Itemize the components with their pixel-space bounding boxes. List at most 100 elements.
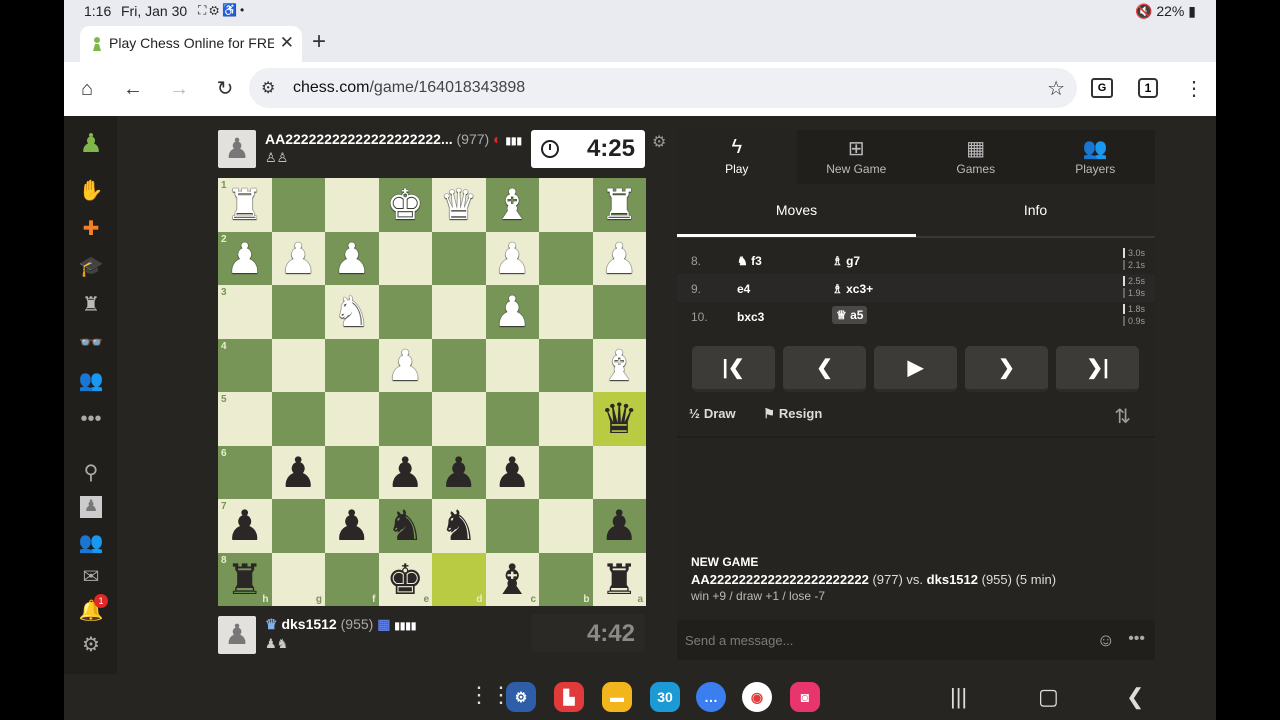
board-square[interactable] <box>592 445 646 499</box>
current-move[interactable]: ♕ a5 <box>832 306 868 324</box>
board-square[interactable]: ♟ <box>432 445 486 499</box>
board-square[interactable] <box>378 231 432 285</box>
board-square[interactable] <box>539 231 593 285</box>
board-square[interactable] <box>539 499 593 553</box>
puzzles-icon[interactable]: ✚ <box>78 216 104 242</box>
board-square[interactable] <box>271 499 325 553</box>
flip-board-icon[interactable]: ⇅ <box>1114 404 1131 429</box>
white-bishop-icon[interactable]: ♝ <box>486 178 540 232</box>
board-square[interactable]: g <box>271 552 325 606</box>
browser-menu-icon[interactable]: ⋮ <box>1184 76 1204 101</box>
learn-icon[interactable]: 🎓 <box>78 254 104 280</box>
board-square[interactable]: ♚ <box>378 178 432 232</box>
board-square[interactable]: ♟ <box>378 338 433 393</box>
black-pawn-icon[interactable]: ♟ <box>593 499 647 553</box>
board-square[interactable] <box>325 338 379 392</box>
board-square[interactable]: ♜ 1 <box>218 178 272 232</box>
resign-button[interactable]: ⚑ Resign <box>763 406 834 421</box>
chat-more-icon[interactable]: ••• <box>1128 630 1145 648</box>
white-knight-icon[interactable]: ♞ <box>325 285 379 339</box>
play-icon[interactable]: ✋ <box>78 178 104 204</box>
chat-input[interactable]: Send a message... <box>685 633 793 648</box>
board-square[interactable] <box>325 392 379 446</box>
top-player-name-row[interactable]: AA22222222222222222222... (977) ◐ ▮▮▮ <box>265 131 522 147</box>
last-move-button[interactable]: ❯| <box>1056 346 1139 392</box>
black-pawn-icon[interactable]: ♟ <box>272 446 326 500</box>
white-bishop-icon[interactable]: ♝ <box>593 339 647 393</box>
previous-move-button[interactable]: ❮ <box>783 346 866 392</box>
black-pawn-icon[interactable]: ♟ <box>325 499 379 553</box>
white-pawn-icon[interactable]: ♟ <box>325 232 379 286</box>
forward-icon[interactable]: → <box>166 76 192 102</box>
board-square[interactable]: f <box>325 552 379 606</box>
board-square[interactable]: ♟ <box>592 231 646 285</box>
board-square[interactable]: ♟ 2 <box>218 231 272 285</box>
address-bar[interactable]: ⚙ chess.com/game/164018343898 ☆ <box>249 68 1077 108</box>
recent-apps-icon[interactable]: ||| <box>950 684 967 710</box>
chess-board[interactable]: ♜ 1 ♚ ♛ ♝ ♜ ♟ 2 ♟ ♟ ♟ ♟ 3 ♞ ♟ 4 ♟ ♝ 5 ♛ 6 ♟ ♟ ♟ ♟ ♟ 7 ♟ ♞ ♞ ♟ ♜ 8 h g f ♚ e d ♝… <box>218 178 646 606</box>
white-pawn-icon[interactable]: ♟ <box>379 339 433 393</box>
home-icon[interactable]: ⌂ <box>74 76 100 102</box>
bottom-player-name[interactable]: dks1512 <box>281 616 336 632</box>
black-pawn-icon[interactable]: ♟ <box>486 446 540 500</box>
calendar-app-icon[interactable]: 30 <box>650 682 680 712</box>
white-move[interactable]: e4 <box>737 282 750 296</box>
social-icon[interactable]: 👥 <box>78 368 104 394</box>
board-square[interactable] <box>325 178 379 232</box>
subtab-info[interactable]: Info <box>916 202 1155 218</box>
white-rook-icon[interactable]: ♜ <box>593 178 647 232</box>
news-icon[interactable]: 👓 <box>78 330 104 356</box>
board-square[interactable]: 5 <box>218 392 272 446</box>
board-square[interactable]: ♞ <box>325 285 379 339</box>
board-square[interactable] <box>271 178 325 232</box>
board-square[interactable] <box>271 338 325 392</box>
profile-avatar-icon[interactable]: ♟ <box>80 496 102 518</box>
board-square[interactable]: ♝ c <box>485 552 539 606</box>
board-square[interactable]: ♟ 7 <box>218 499 272 553</box>
browser-tab[interactable]: Play Chess Online for FREE ✕ <box>80 26 302 62</box>
bottom-player-name-row[interactable]: ♛ dks1512 (955) ▦ ▮▮▮▮ <box>265 616 416 633</box>
first-move-button[interactable]: |❮ <box>692 346 775 392</box>
board-square[interactable] <box>432 231 486 285</box>
board-square[interactable]: ♟ <box>271 445 326 500</box>
black-move[interactable]: ♗ xc3+ <box>832 282 873 296</box>
translate-icon[interactable]: G <box>1091 78 1113 98</box>
draw-button[interactable]: ½ Draw <box>689 406 748 421</box>
board-square[interactable] <box>539 338 593 392</box>
friends-icon[interactable]: 👥 <box>78 530 104 556</box>
messages-app-icon[interactable]: … <box>696 682 726 712</box>
back-nav-icon[interactable]: ❮ <box>1126 684 1144 710</box>
settings-gear-icon[interactable]: ⚙ <box>78 632 104 658</box>
next-move-button[interactable]: ❯ <box>965 346 1048 392</box>
board-square[interactable]: ♞ <box>378 499 432 553</box>
subtab-moves[interactable]: Moves <box>677 202 916 218</box>
board-square[interactable] <box>539 445 593 499</box>
tab-players[interactable]: 👥 Players <box>1036 130 1156 184</box>
board-square[interactable] <box>539 392 593 446</box>
board-square[interactable]: ♟ <box>271 231 325 285</box>
top-player-name[interactable]: AA22222222222222222222... <box>265 131 453 147</box>
watch-icon[interactable]: ♜ <box>78 292 104 318</box>
board-square[interactable] <box>592 285 646 339</box>
board-square[interactable] <box>539 285 593 339</box>
site-settings-icon[interactable]: ⚙ <box>261 78 275 98</box>
board-square[interactable] <box>271 392 325 446</box>
white-move[interactable]: ♞ f3 <box>737 254 762 268</box>
home-nav-icon[interactable]: ▢ <box>1038 684 1059 710</box>
board-square[interactable] <box>539 178 593 232</box>
board-square[interactable]: ♜ <box>592 178 647 232</box>
chat-input-bar[interactable]: Send a message... ☺ ••• <box>677 620 1155 660</box>
board-square[interactable]: ♚ e <box>378 552 432 606</box>
board-square[interactable] <box>485 392 539 446</box>
board-square[interactable]: ♟ <box>485 285 539 339</box>
board-square[interactable]: ♟ <box>325 231 379 286</box>
board-square[interactable] <box>378 392 432 446</box>
black-queen-icon[interactable]: ♛ <box>593 392 647 446</box>
more-icon[interactable]: ••• <box>78 406 104 432</box>
black-pawn-icon[interactable]: ♟ <box>379 446 433 500</box>
board-square[interactable] <box>271 285 325 339</box>
tab-games[interactable]: ▦ Games <box>916 130 1036 184</box>
tab-switcher-button[interactable]: 1 <box>1138 78 1158 98</box>
bottom-player-avatar[interactable]: ♟ <box>218 616 256 654</box>
screen-recorder-app-icon[interactable]: ◙ <box>790 682 820 712</box>
